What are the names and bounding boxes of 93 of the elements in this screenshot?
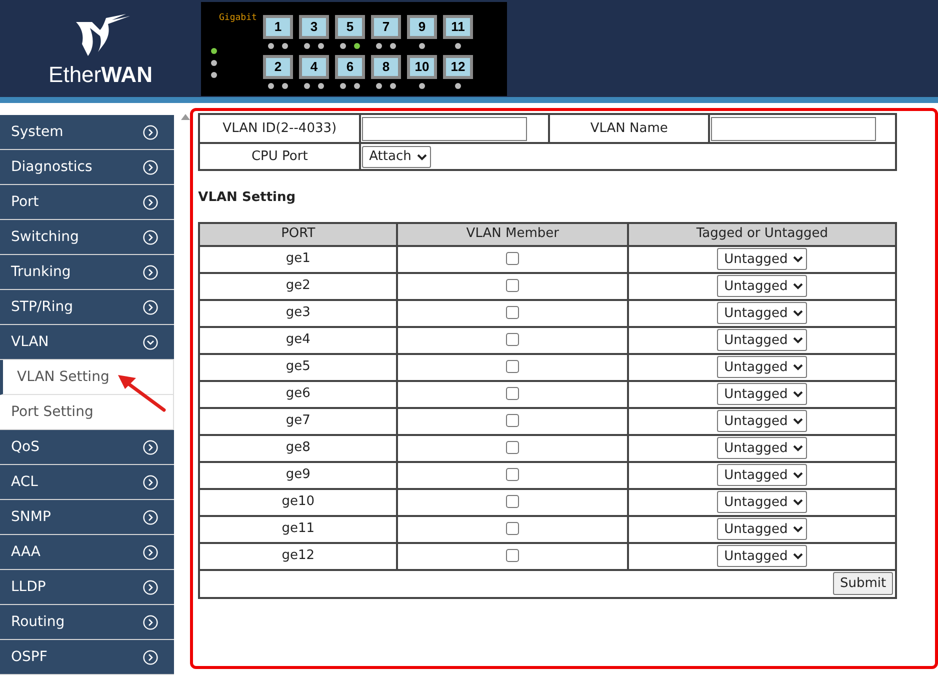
scroll-up-icon[interactable] [181,114,190,120]
tagging-select[interactable]: Untagged [717,275,808,297]
port-icon[interactable]: 7 [371,15,401,39]
logo-text: EtherWAN [48,62,152,88]
tagging-select[interactable]: Untagged [717,329,808,351]
sidebar-item[interactable]: LLDP [0,570,174,605]
sidebar-item[interactable]: Trunking [0,255,174,290]
chevron-right-icon [143,194,158,210]
port-icon[interactable]: 12 [443,55,473,79]
member-checkbox[interactable] [506,333,520,346]
table-cell: ge2 [199,272,398,300]
sidebar-item[interactable]: Port [0,185,174,220]
member-checkbox[interactable] [506,414,520,428]
tagging-select[interactable]: Untagged [717,464,808,486]
sidebar-item[interactable]: SNMP [0,500,174,535]
port-icon[interactable]: 1 [263,15,293,39]
chevron-right-icon [143,264,158,280]
vlan-id-field[interactable] [362,116,528,140]
table-cell: ge6 [199,380,398,408]
section-title: VLAN Setting [198,189,297,207]
member-checkbox[interactable] [506,279,520,292]
sidebar-item[interactable]: QoS [0,430,174,465]
member-checkbox[interactable] [506,468,520,482]
member-checkbox[interactable] [506,252,520,266]
tagging-select[interactable]: Untagged [717,302,808,324]
sidebar-item[interactable]: VLAN [0,325,174,360]
vlan-name-label: VLAN Name [549,114,710,143]
sidebar-item[interactable]: Switching [0,220,174,255]
column-header: Tagged or Untagged [628,222,896,246]
tagging-select[interactable]: Untagged [717,248,808,270]
tagging-select[interactable]: Untagged [717,518,808,540]
tagging-select[interactable]: Untagged [717,383,808,405]
member-checkbox[interactable] [506,306,520,320]
chevron-right-icon [143,474,158,490]
table-cell: ge3 [199,300,398,326]
port-icon[interactable]: 2 [263,55,293,79]
member-checkbox[interactable] [506,495,520,508]
sidebar-subitem[interactable]: Port Setting [0,395,174,430]
sidebar-item[interactable]: AAA [0,535,174,570]
chevron-right-icon [143,580,158,594]
speed-label: Gigabit [219,12,257,25]
sidebar-item[interactable]: Routing [0,605,174,640]
chevron-right-icon [143,650,158,664]
port-icon[interactable]: 4 [299,55,329,79]
member-checkbox[interactable] [506,441,520,454]
sidebar-item[interactable]: ACL [0,465,174,500]
chevron-right-icon [143,160,158,174]
chevron-right-icon [143,124,158,140]
chevron-right-icon [143,230,158,244]
vlan-id-label: VLAN ID(2--4033) [199,114,360,143]
port-icon[interactable]: 8 [371,55,401,79]
table-cell: ge9 [199,462,398,488]
port-icon[interactable]: 6 [335,55,365,79]
member-checkbox[interactable] [506,522,520,536]
tagging-select[interactable]: Untagged [717,491,808,513]
port-icon[interactable]: 3 [299,15,329,39]
chevron-right-icon [143,300,158,314]
sidebar-item[interactable]: System [0,115,174,150]
vlan-name-field[interactable] [711,116,876,140]
member-checkbox[interactable] [506,387,520,400]
table-cell: ge10 [199,488,398,516]
table-cell: ge5 [199,354,398,380]
member-checkbox[interactable] [506,360,520,374]
member-checkbox[interactable] [506,549,520,562]
table-cell: ge7 [199,408,398,434]
annotation-arrow [116,373,168,413]
table-cell: ge11 [199,516,398,542]
cpu-port-select[interactable]: Attach [362,146,432,168]
port-icon[interactable]: 10 [407,55,437,79]
tagging-select[interactable]: Untagged [717,437,808,459]
sidebar-item[interactable]: OSPF [0,640,174,675]
sidebar-item[interactable]: Diagnostics [0,150,174,185]
table-cell: ge12 [199,542,398,570]
port-icon[interactable]: 5 [335,15,365,39]
chevron-right-icon [143,440,158,454]
table-cell: ge4 [199,326,398,354]
column-header: VLAN Member [397,222,628,246]
chevron-down-icon [143,334,158,350]
table-cell: ge8 [199,434,398,462]
sidebar-subitem[interactable]: VLAN Setting [0,360,174,395]
tagging-select[interactable]: Untagged [717,356,808,378]
column-header: PORT [199,222,398,246]
sidebar-item[interactable]: STP/Ring [0,290,174,325]
port-icon[interactable]: 11 [443,15,473,39]
chevron-right-icon [143,510,158,524]
chevron-right-icon [143,614,158,630]
submit-button[interactable]: Submit [833,572,894,595]
table-cell: ge1 [199,246,398,272]
tagging-select[interactable]: Untagged [717,410,808,432]
port-icon[interactable]: 9 [407,15,437,39]
chevron-right-icon [143,544,158,560]
cpu-port-label: CPU Port [199,143,360,170]
tagging-select[interactable]: Untagged [717,545,808,567]
